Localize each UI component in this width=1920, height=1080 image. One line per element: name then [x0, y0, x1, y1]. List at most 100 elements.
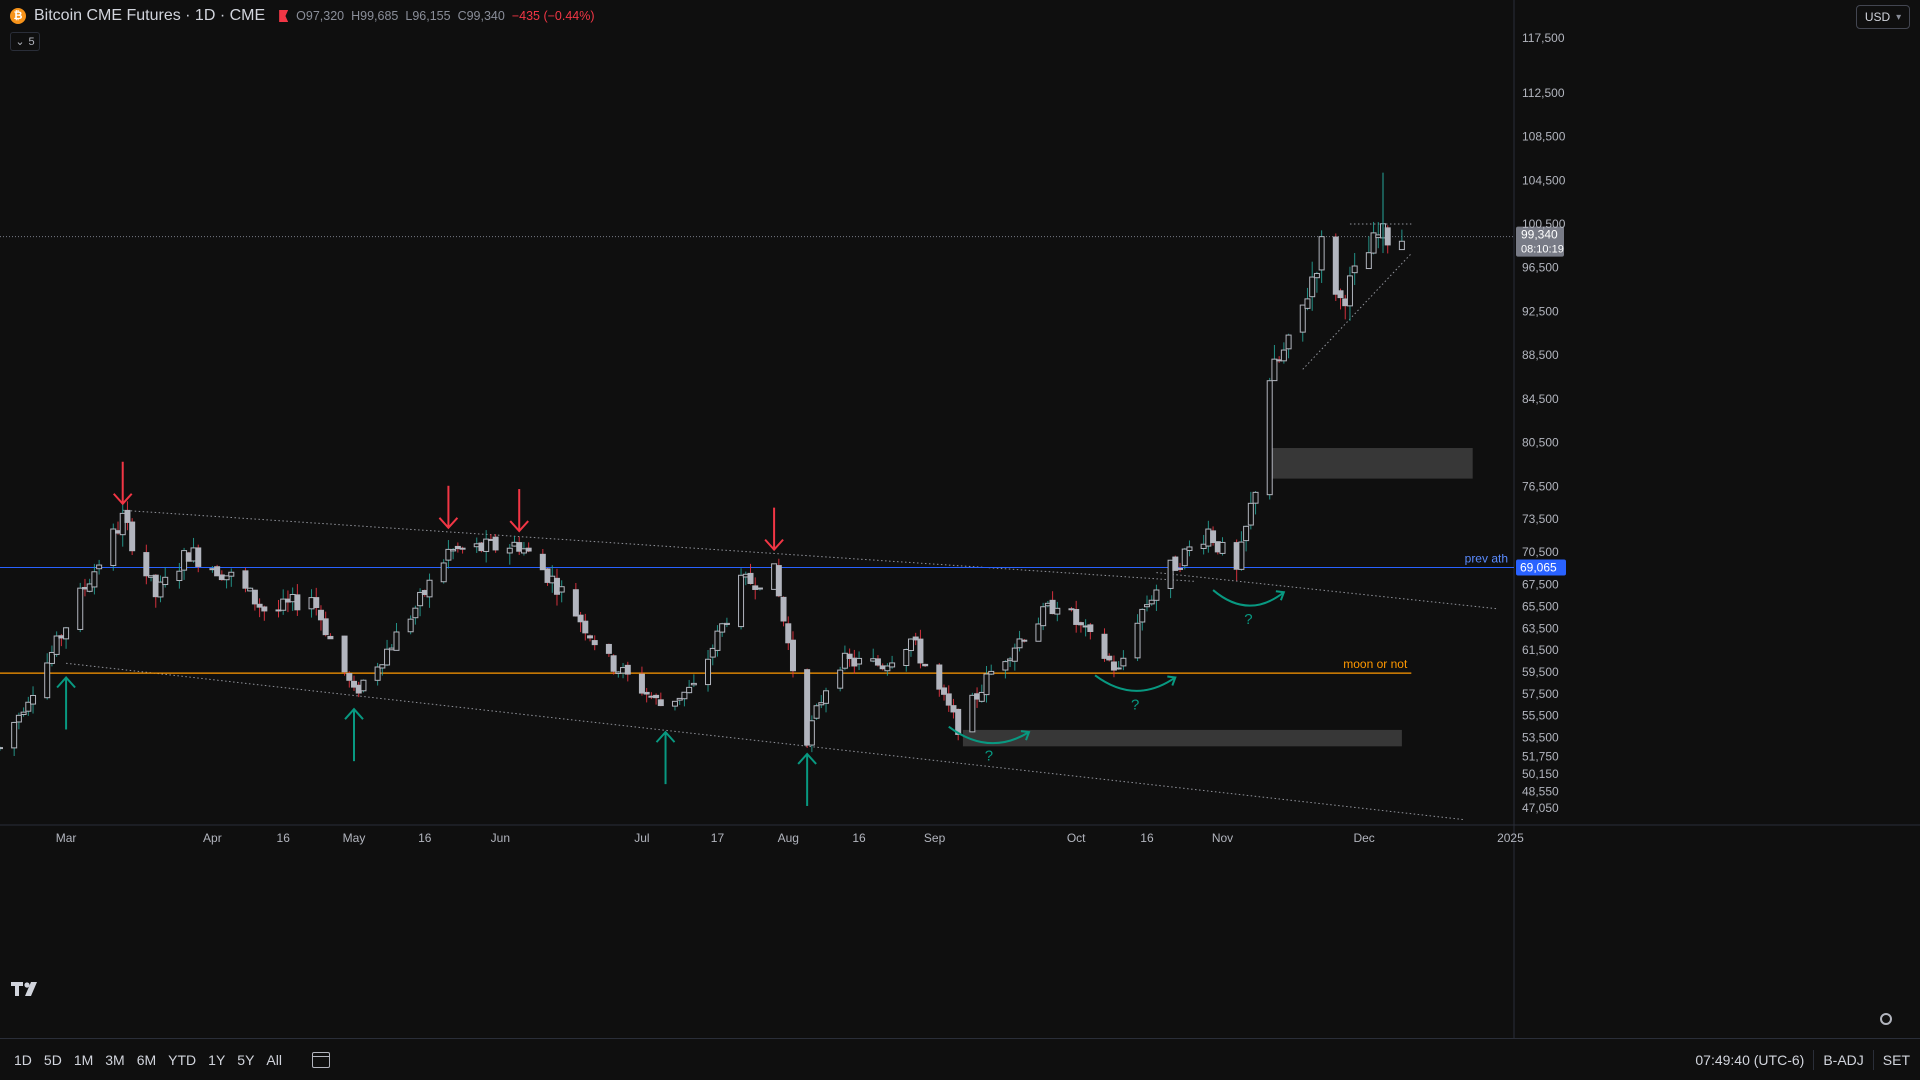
candle-body[interactable] [723, 622, 730, 625]
candle-body[interactable] [945, 693, 952, 706]
candle-body[interactable] [1365, 252, 1372, 270]
candle-body[interactable] [1219, 541, 1226, 554]
clock-time[interactable]: 07:49:40 (UTC-6) [1695, 1052, 1804, 1068]
candle-body[interactable] [657, 699, 664, 707]
candle-body[interactable] [1210, 530, 1217, 544]
candle-body[interactable] [1186, 546, 1193, 551]
candle-body[interactable] [813, 705, 820, 719]
price-chart[interactable]: prev ath69,065moon or not99,34008:10:19 … [0, 0, 1920, 1080]
candle-body[interactable] [955, 708, 962, 735]
candle-body[interactable] [1035, 623, 1042, 642]
candle-body[interactable] [775, 565, 782, 597]
candle-body[interactable] [1021, 639, 1028, 642]
candle-body[interactable] [1177, 567, 1184, 570]
candle-body[interactable] [440, 562, 447, 583]
candle-body[interactable] [747, 572, 754, 585]
candle-body[interactable] [15, 714, 22, 723]
range-button-1d[interactable]: 1D [8, 1048, 38, 1072]
candle-body[interactable] [63, 627, 70, 640]
candle-body[interactable] [983, 673, 990, 696]
candle-body[interactable] [251, 589, 258, 605]
candle-body[interactable] [129, 521, 136, 552]
candle-body[interactable] [20, 711, 27, 715]
candle-body[interactable] [96, 564, 103, 570]
candle-body[interactable] [110, 528, 117, 566]
candle-body[interactable] [1318, 236, 1325, 271]
candle-body[interactable] [1299, 304, 1306, 333]
candle-body[interactable] [393, 631, 400, 651]
candle-body[interactable] [1304, 298, 1311, 309]
candle-body[interactable] [242, 570, 249, 589]
candle-body[interactable] [969, 694, 976, 733]
candle-body[interactable] [686, 686, 693, 694]
candle-body[interactable] [459, 547, 466, 550]
candle-body[interactable] [936, 664, 943, 690]
zone-box[interactable] [1269, 448, 1473, 479]
candle-body[interactable] [124, 509, 131, 523]
candle-body[interactable] [539, 553, 546, 571]
candle-body[interactable] [0, 747, 3, 750]
candle-body[interactable] [214, 566, 221, 577]
candle-body[interactable] [941, 687, 948, 695]
candle-body[interactable] [53, 635, 60, 655]
range-button-ytd[interactable]: YTD [162, 1048, 202, 1072]
symbol-title[interactable]: Bitcoin CME Futures · 1D · CME [34, 7, 265, 25]
candle-body[interactable] [30, 694, 37, 705]
candle-body[interactable] [1398, 240, 1405, 251]
candle-body[interactable] [874, 658, 881, 666]
candle-body[interactable] [856, 657, 863, 665]
candle-body[interactable] [889, 662, 896, 668]
candle-body[interactable] [450, 549, 457, 552]
candle-body[interactable] [624, 664, 631, 675]
candle-body[interactable] [506, 547, 513, 554]
candle-body[interactable] [1115, 667, 1122, 670]
range-button-all[interactable]: All [260, 1048, 288, 1072]
candle-body[interactable] [412, 607, 419, 619]
candle-body[interactable] [1280, 349, 1287, 362]
candle-body[interactable] [572, 589, 579, 617]
gear-icon[interactable] [1880, 1013, 1892, 1025]
curve-arrow[interactable] [1094, 674, 1176, 692]
session-toggle[interactable]: SET [1883, 1052, 1910, 1068]
candle-body[interactable] [341, 635, 348, 673]
candle-body[interactable] [1285, 334, 1292, 350]
flag-icon[interactable] [279, 10, 289, 22]
currency-button[interactable]: USD ▾ [1856, 5, 1910, 29]
candle-body[interactable] [653, 694, 660, 699]
candle-body[interactable] [587, 635, 594, 639]
candle-body[interactable] [1040, 606, 1047, 627]
candle-body[interactable] [294, 594, 301, 611]
candle-body[interactable] [91, 571, 98, 588]
candle-body[interactable] [558, 586, 565, 593]
candle-body[interactable] [384, 648, 391, 666]
candle-body[interactable] [1243, 525, 1250, 542]
candle-body[interactable] [426, 579, 433, 598]
calendar-icon[interactable] [311, 1052, 330, 1068]
candle-body[interactable] [671, 700, 678, 707]
candle-body[interactable] [1309, 276, 1316, 298]
candle-body[interactable] [525, 547, 532, 552]
candle-body[interactable] [610, 655, 617, 672]
candle-body[interactable] [1384, 227, 1391, 246]
candle-body[interactable] [1002, 661, 1009, 671]
candle-body[interactable] [714, 630, 721, 651]
candle-body[interactable] [922, 663, 929, 667]
candle-body[interactable] [1120, 657, 1127, 667]
range-button-5y[interactable]: 5Y [231, 1048, 260, 1072]
trendline[interactable] [122, 509, 1195, 582]
range-button-3m[interactable]: 3M [99, 1048, 130, 1072]
candle-body[interactable] [591, 640, 598, 646]
candle-body[interactable] [360, 679, 367, 692]
candle-body[interactable] [582, 620, 589, 634]
candle-body[interactable] [780, 596, 787, 622]
candle-body[interactable] [823, 690, 830, 704]
candle-body[interactable] [789, 639, 796, 672]
candle-body[interactable] [313, 597, 320, 609]
candle-body[interactable] [690, 682, 697, 686]
candle-body[interactable] [1134, 622, 1141, 659]
candle-body[interactable] [1077, 622, 1084, 626]
candle-body[interactable] [638, 673, 645, 694]
candle-body[interactable] [1313, 272, 1320, 279]
candle-body[interactable] [492, 536, 499, 551]
candle-body[interactable] [903, 648, 910, 667]
